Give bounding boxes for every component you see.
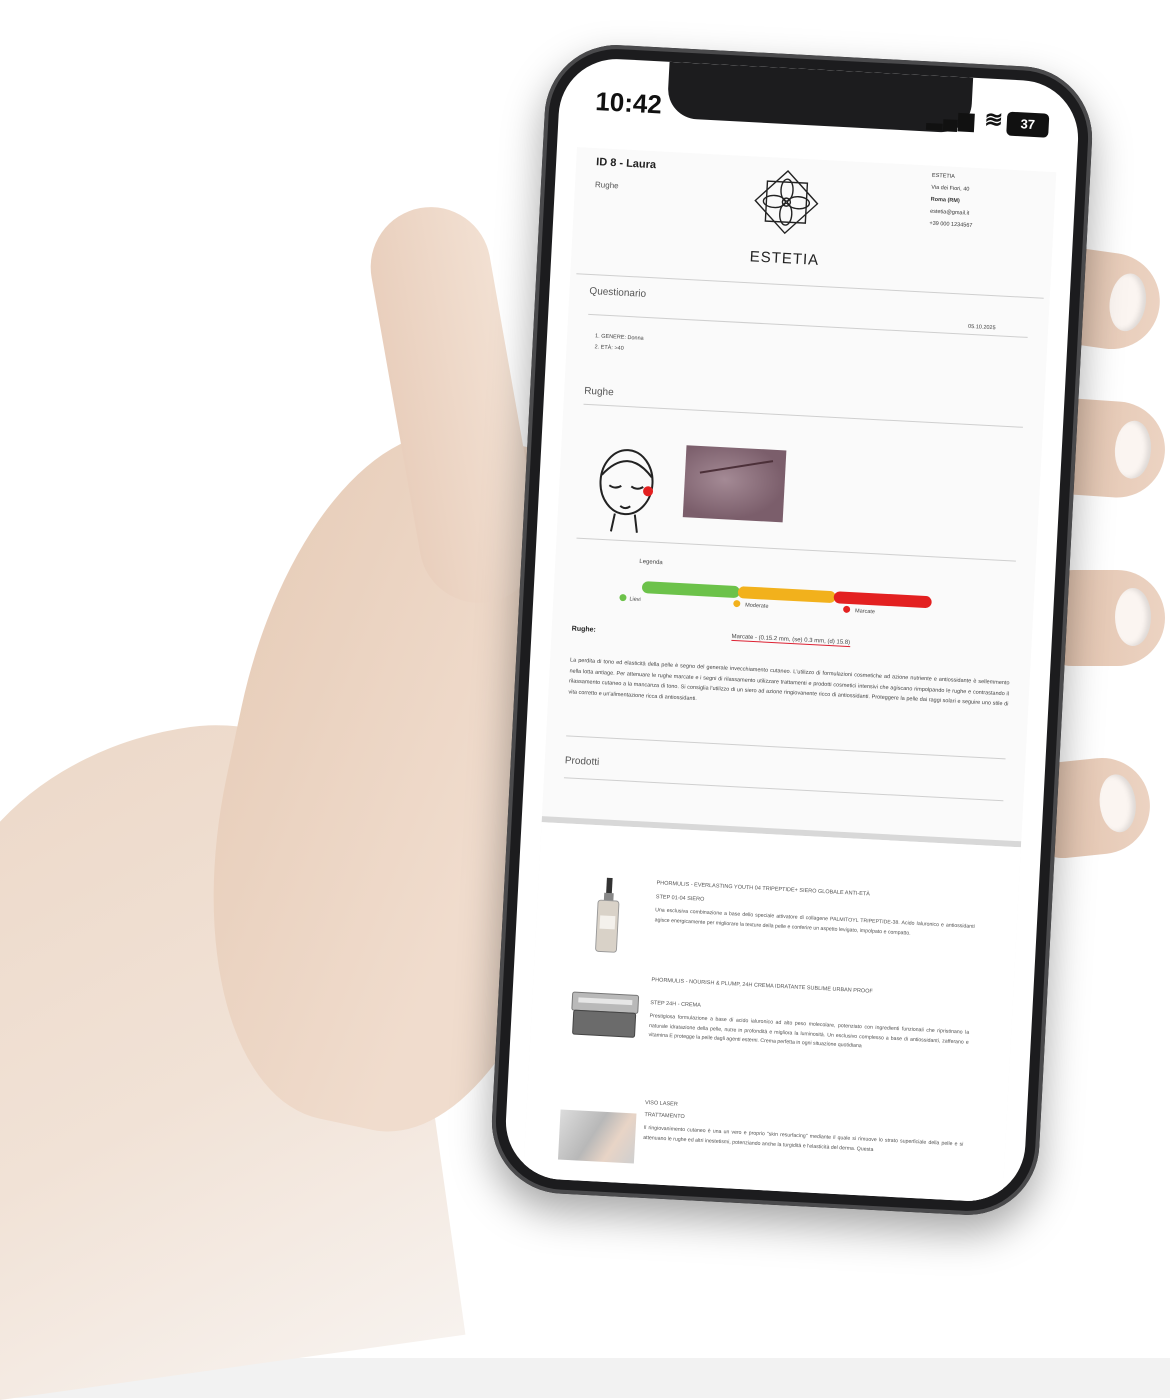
phone-screen: 10:42 ▂▄▆ ≋ 37 ID 8 - Laura Rughe ESTETI…	[502, 56, 1082, 1204]
rughe-description: La perdita di tono ed elasticità della p…	[568, 657, 1010, 708]
skin-analysis-photo[interactable]	[682, 445, 787, 523]
legend-bar-lievi	[641, 581, 741, 599]
product-step: STEP 01-04 SIERO	[655, 894, 705, 903]
questionnaire-item: 2. ETÀ: >40	[594, 344, 624, 352]
divider	[576, 537, 1016, 562]
section-title-rughe: Rughe	[583, 385, 614, 399]
product-title: PHORMULIS - NOURISH & PLUMP, 24H CREMA I…	[651, 977, 873, 995]
rughe-result-value: Marcate - (0.15.2 mm, (se) 0.3 mm, (d) 1…	[731, 633, 851, 648]
client-id: ID 8 - Laura	[595, 156, 657, 172]
fingernail	[1105, 271, 1150, 334]
fingernail	[1112, 419, 1153, 480]
contact-block: ESTETIA Via dei Fiori, 40 Roma (RM) este…	[929, 170, 975, 232]
laser-treatment-photo	[557, 1109, 637, 1164]
product-description: Il ringiovanimento cutaneo è una un vero…	[643, 1124, 964, 1153]
face-diagram-icon	[599, 449, 654, 533]
questionnaire-date: 05.10.2025	[967, 323, 996, 332]
legend-dot-moderate	[733, 599, 741, 608]
report-page[interactable]: ID 8 - Laura Rughe ESTETIA ESTETIA Via d…	[522, 147, 1057, 1203]
report-subtitle: Rughe	[594, 180, 619, 191]
fingernail	[1096, 772, 1139, 835]
product-title: PHORMULIS - EVERLASTING YOUTH 04 TRIPEPT…	[656, 880, 871, 898]
legend-bar-moderate	[737, 586, 837, 604]
brand-name: ESTETIA	[749, 248, 820, 269]
legend-dot-lievi	[619, 593, 627, 602]
questionnaire-item: 1. GENERE: Donna	[594, 333, 644, 342]
product-title: VISO LASER	[644, 1099, 678, 1108]
rughe-result-label: Rughe:	[571, 625, 597, 634]
divider	[588, 313, 1028, 338]
section-title-questionario: Questionario	[589, 285, 647, 300]
status-time: 10:42	[594, 86, 663, 120]
divider	[576, 273, 1044, 299]
section-title-prodotti: Prodotti	[564, 755, 600, 769]
estetia-logo-icon	[754, 170, 819, 235]
contact-line: +39 000 1234567	[929, 220, 973, 229]
product-step: STEP 24H - CREMA	[650, 1000, 702, 1009]
divider	[563, 777, 1004, 802]
cream-jar-icon	[571, 991, 640, 1038]
legend-level-moderate: Moderate	[745, 602, 769, 610]
legend-level-lievi: Lievi	[629, 596, 641, 604]
wrinkle-line	[699, 460, 774, 474]
divider	[583, 403, 1023, 428]
legend-label: Legenda	[639, 558, 663, 567]
legend-level-marcate: Marcate	[854, 608, 876, 616]
divider	[566, 735, 1006, 760]
product-description: Prestigiosa formulazione a base di acido…	[648, 1013, 970, 1050]
products-list[interactable]: PHORMULIS - EVERLASTING YOUTH 04 TRIPEPT…	[522, 822, 1021, 1203]
fingernail	[1115, 588, 1151, 646]
phone-device: 10:42 ▂▄▆ ≋ 37 ID 8 - Laura Rughe ESTETI…	[488, 41, 1096, 1219]
legend-dot-marcate	[842, 605, 851, 614]
battery-icon: 37	[1006, 111, 1050, 138]
product-description: Una esclusiva combinazione a base dello …	[654, 907, 975, 937]
product-step: TRATTAMENTO	[644, 1111, 685, 1121]
cellular-signal-icon: ▂▄▆	[926, 107, 976, 132]
serum-bottle-icon	[595, 877, 620, 953]
wifi-icon: ≋	[983, 106, 1004, 133]
